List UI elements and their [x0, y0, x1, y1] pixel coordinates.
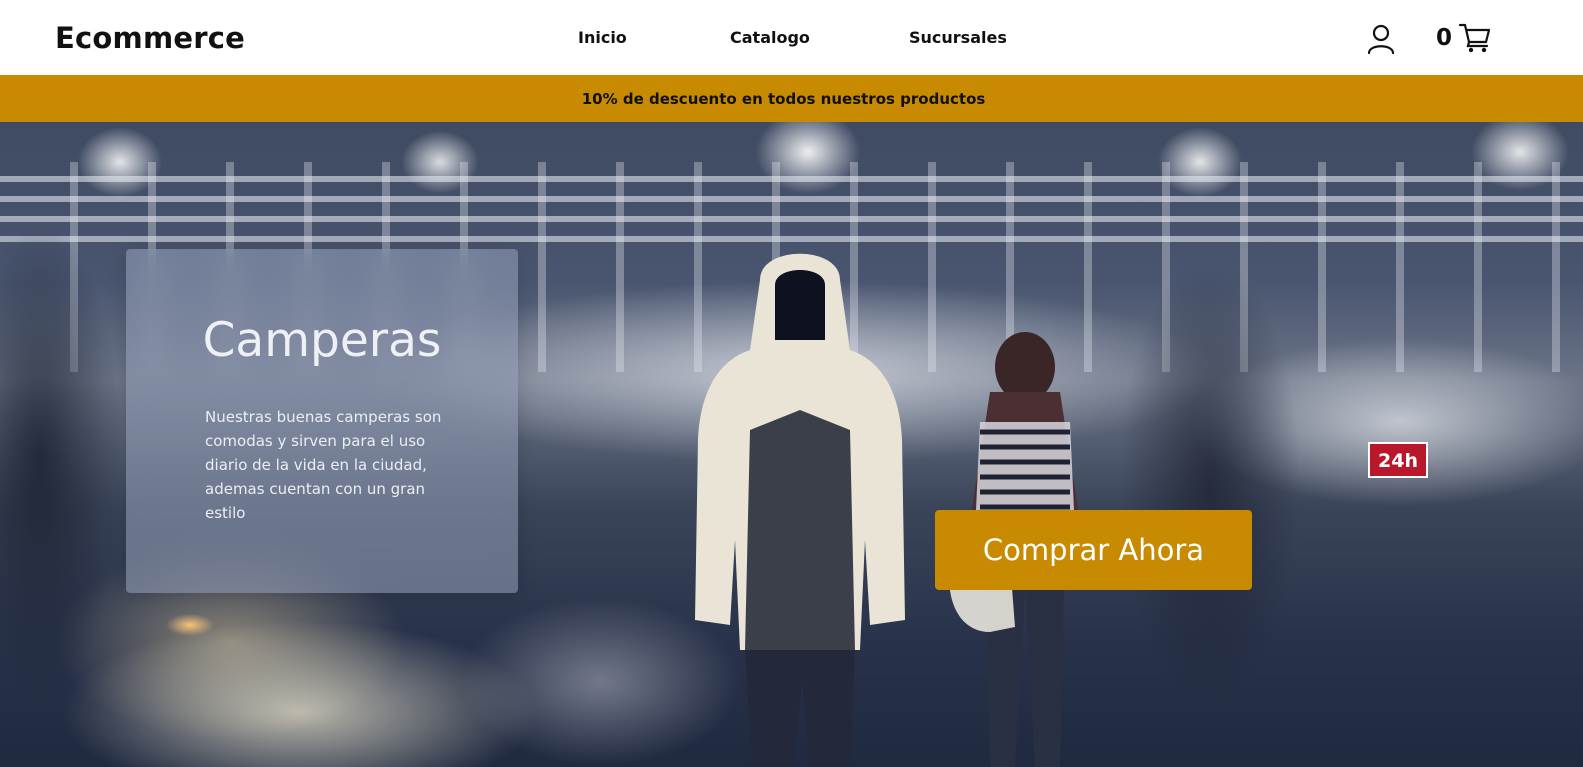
hero-background-pedestrian-right	[1080, 182, 1340, 767]
hero-banner: 24h Camperas Nuestras buenas camperas so…	[0, 122, 1583, 767]
buy-now-button[interactable]: Comprar Ahora	[935, 510, 1252, 590]
hero-background-railing	[0, 162, 1583, 242]
cart-icon	[1458, 23, 1491, 53]
nav-link-sucursales[interactable]: Sucursales	[909, 27, 1007, 49]
nav-link-catalogo[interactable]: Catalogo	[730, 27, 810, 49]
product-card-title: Camperas	[202, 313, 442, 368]
user-icon	[1367, 24, 1395, 55]
promo-bar: 10% de descuento en todos nuestros produ…	[0, 75, 1583, 122]
cart-button[interactable]	[1458, 22, 1492, 54]
user-account-button[interactable]	[1364, 22, 1398, 56]
site-logo[interactable]: Ecommerce	[55, 18, 245, 58]
product-card: Camperas Nuestras buenas camperas son co…	[126, 249, 518, 593]
promo-text: 10% de descuento en todos nuestros produ…	[581, 89, 986, 108]
site-header: Ecommerce Inicio Catalogo Sucursales 0	[0, 0, 1583, 75]
hero-24h-sign: 24h	[1368, 442, 1428, 478]
cart-count: 0	[1436, 25, 1453, 51]
nav-link-inicio[interactable]: Inicio	[578, 27, 627, 49]
product-card-description: Nuestras buenas camperas son comodas y s…	[205, 408, 442, 522]
hero-hooded-person	[695, 253, 905, 767]
